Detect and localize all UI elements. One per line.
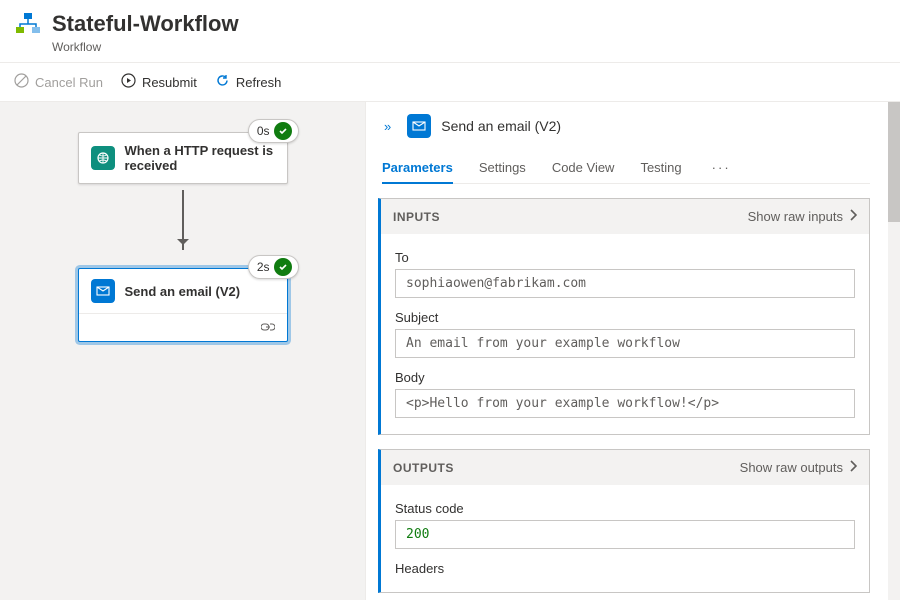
cancel-icon <box>14 73 29 91</box>
expand-panel-button[interactable]: » <box>378 117 397 136</box>
action-label: Send an email (V2) <box>125 284 241 299</box>
cancel-run-button: Cancel Run <box>14 73 103 91</box>
inputs-card: INPUTS Show raw inputs To sophiaowen@fab… <box>378 198 870 435</box>
chevron-right-icon <box>849 460 857 475</box>
scrollbar-thumb[interactable] <box>888 102 900 222</box>
logic-app-icon <box>14 10 42 38</box>
outlook-icon <box>91 279 115 303</box>
headers-label: Headers <box>395 561 855 576</box>
http-request-icon <box>91 146 115 170</box>
designer-canvas[interactable]: 0s When a HTTP request is received 2s Se… <box>0 102 365 600</box>
resubmit-icon <box>121 73 136 91</box>
tab-overflow-button[interactable]: ··· <box>708 154 735 181</box>
tab-code-view[interactable]: Code View <box>552 152 615 183</box>
details-panel: » Send an email (V2) Parameters Settings… <box>365 102 900 600</box>
panel-title: Send an email (V2) <box>441 118 561 134</box>
status-code-value[interactable]: 200 <box>395 520 855 549</box>
show-raw-inputs-link[interactable]: Show raw inputs <box>748 209 857 224</box>
connector-arrow <box>182 190 184 250</box>
refresh-button[interactable]: Refresh <box>215 73 282 91</box>
tab-parameters[interactable]: Parameters <box>382 152 453 183</box>
resubmit-button[interactable]: Resubmit <box>121 73 197 91</box>
inputs-heading: INPUTS <box>393 210 440 224</box>
to-value[interactable]: sophiaowen@fabrikam.com <box>395 269 855 298</box>
tab-testing[interactable]: Testing <box>640 152 681 183</box>
body-value[interactable]: <p>Hello from your example workflow!</p> <box>395 389 855 418</box>
page-header: Stateful-Workflow Workflow <box>0 0 900 63</box>
subject-value[interactable]: An email from your example workflow <box>395 329 855 358</box>
panel-tabs: Parameters Settings Code View Testing ··… <box>382 152 870 184</box>
page-subtitle: Workflow <box>52 40 886 54</box>
check-icon <box>274 122 292 140</box>
action-status-badge: 2s <box>248 255 299 279</box>
outputs-card: OUTPUTS Show raw outputs Status code 200… <box>378 449 870 593</box>
body-label: Body <box>395 370 855 385</box>
page-title: Stateful-Workflow <box>52 11 239 37</box>
show-raw-outputs-link[interactable]: Show raw outputs <box>740 460 857 475</box>
tab-settings[interactable]: Settings <box>479 152 526 183</box>
trigger-status-badge: 0s <box>248 119 299 143</box>
action-node[interactable]: 2s Send an email (V2) <box>78 268 288 342</box>
subject-label: Subject <box>395 310 855 325</box>
panel-scrollbar[interactable] <box>888 102 900 600</box>
status-code-label: Status code <box>395 501 855 516</box>
trigger-node[interactable]: 0s When a HTTP request is received <box>78 132 288 184</box>
trigger-label: When a HTTP request is received <box>125 143 275 173</box>
check-icon <box>274 258 292 276</box>
link-icon <box>79 313 287 341</box>
chevron-right-icon <box>849 209 857 224</box>
outlook-icon <box>407 114 431 138</box>
outputs-heading: OUTPUTS <box>393 461 454 475</box>
toolbar: Cancel Run Resubmit Refresh <box>0 63 900 102</box>
to-label: To <box>395 250 855 265</box>
refresh-icon <box>215 73 230 91</box>
